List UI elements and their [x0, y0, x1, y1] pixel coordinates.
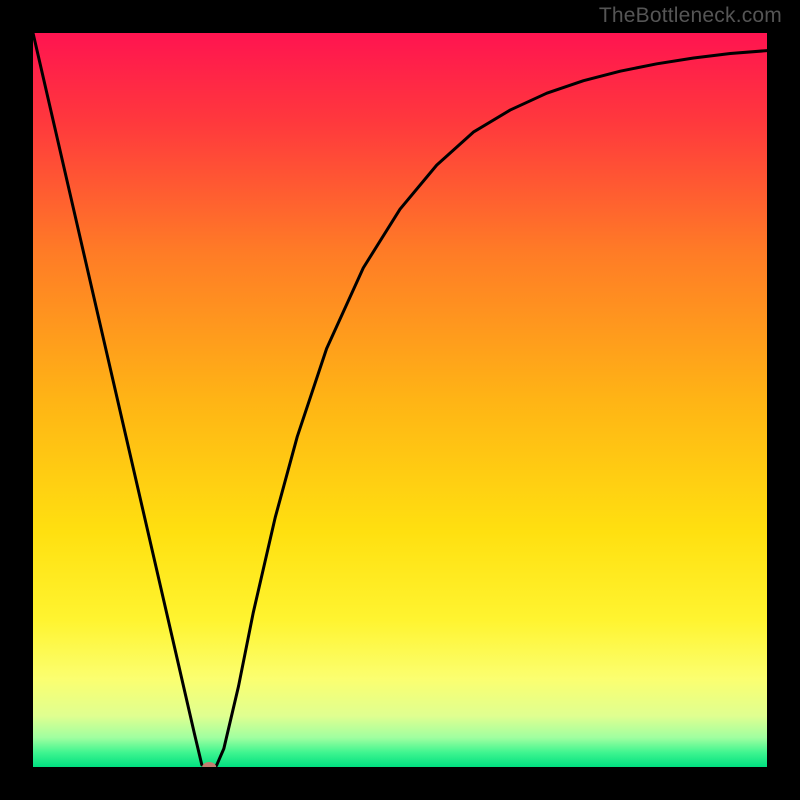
chart-svg [33, 33, 767, 767]
watermark-text: TheBottleneck.com [599, 4, 782, 28]
gradient-background [33, 33, 767, 767]
chart-container: TheBottleneck.com [0, 0, 800, 800]
plot-area [33, 33, 767, 767]
